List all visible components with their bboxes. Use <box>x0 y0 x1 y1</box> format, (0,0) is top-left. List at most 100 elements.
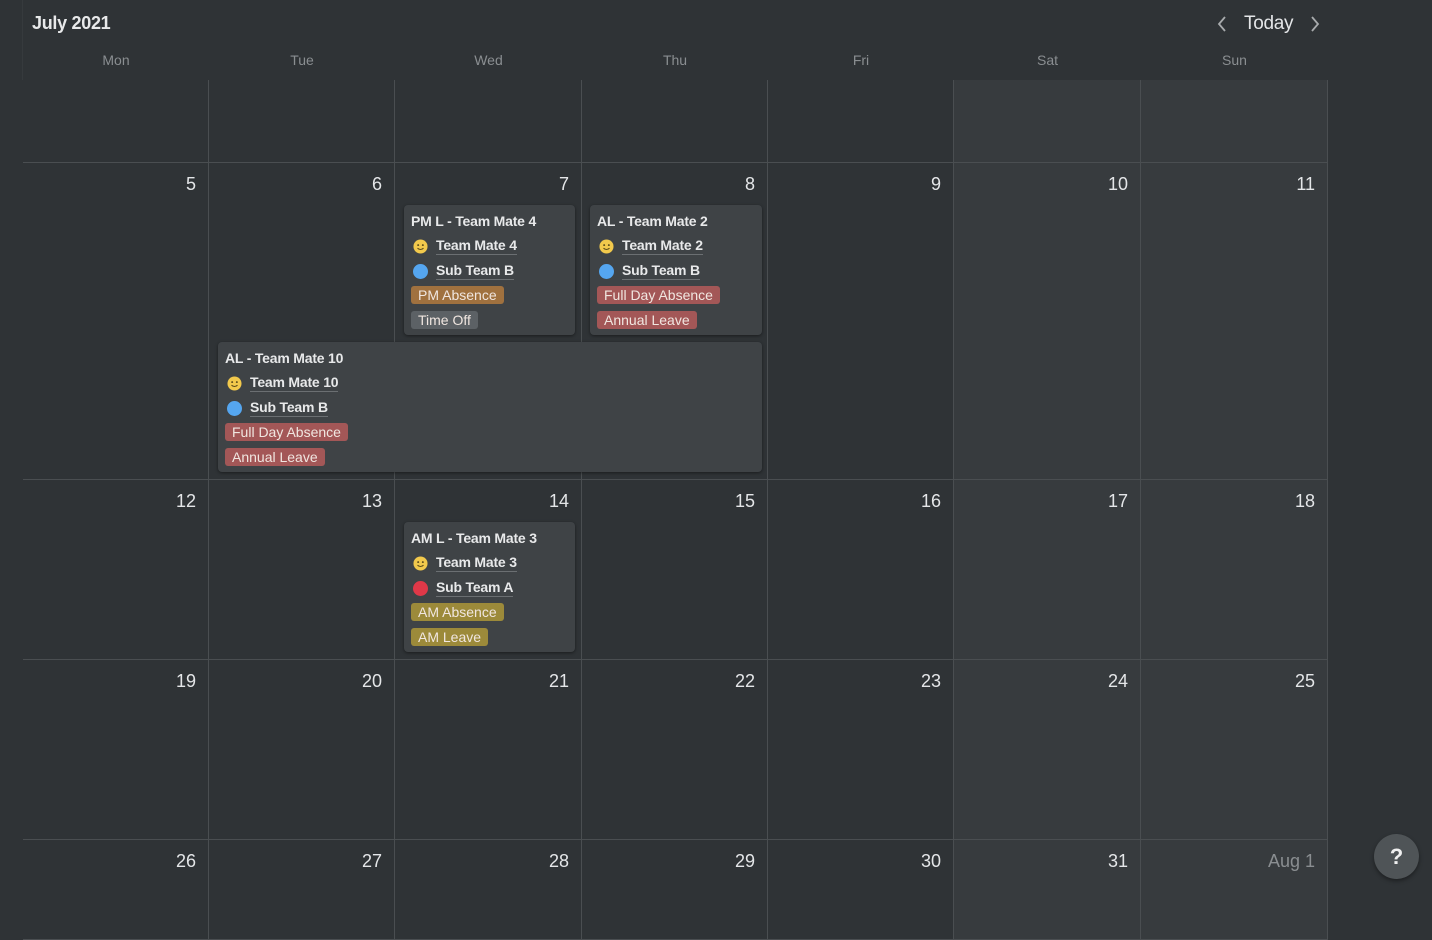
day-cell[interactable]: 21 <box>395 660 582 840</box>
next-month-button[interactable] <box>1303 10 1327 38</box>
day-cell[interactable]: 19 <box>23 660 209 840</box>
chevron-right-icon <box>1311 16 1320 32</box>
day-cell[interactable]: 15 <box>582 480 768 660</box>
day-cell[interactable]: 29 <box>582 840 768 940</box>
weekday-label-sat: Sat <box>1036 52 1058 68</box>
team-dot-icon <box>599 263 614 279</box>
absence-type-tag: AM Absence <box>411 603 504 621</box>
month-title: July 2021 <box>32 13 111 33</box>
team-dot-icon <box>413 263 428 279</box>
day-number: 8 <box>744 174 755 194</box>
day-cell[interactable]: 28 <box>395 840 582 940</box>
weekday-label-thu: Thu <box>662 52 688 68</box>
day-number: 18 <box>1294 491 1315 511</box>
leave-type-tag: Time Off <box>411 311 478 329</box>
team-link[interactable]: Sub Team B <box>436 262 514 280</box>
day-cell[interactable]: 9 <box>768 163 954 480</box>
day-cell[interactable]: 11 <box>1141 163 1328 480</box>
day-cell[interactable]: 18 <box>1141 480 1328 660</box>
day-number: 16 <box>920 491 941 511</box>
day-number: 27 <box>361 851 382 871</box>
team-link[interactable]: Sub Team A <box>436 579 514 597</box>
person-link[interactable]: Team Mate 2 <box>622 237 703 255</box>
day-number: 24 <box>1107 671 1128 691</box>
leave-type-tag: AM Leave <box>411 628 489 646</box>
event-title: AL - Team Mate 2 <box>597 213 708 229</box>
event-title: AL - Team Mate 10 <box>225 350 344 366</box>
day-cell[interactable]: 24 <box>954 660 1141 840</box>
day-cell[interactable]: 20 <box>209 660 395 840</box>
day-number: 17 <box>1107 491 1128 511</box>
team-link[interactable]: Sub Team B <box>622 262 700 280</box>
weekday-label-wed: Wed <box>474 52 503 68</box>
day-number: 12 <box>175 491 196 511</box>
day-cell[interactable]: 12 <box>23 480 209 660</box>
day-cell[interactable]: 17 <box>954 480 1141 660</box>
absence-type-tag: Full Day Absence <box>597 286 720 304</box>
absence-type-tag: Full Day Absence <box>225 423 348 441</box>
smiley-icon <box>413 555 428 571</box>
day-cell[interactable]: 5 <box>23 163 209 480</box>
leave-type-tag: Annual Leave <box>597 311 697 329</box>
day-cell[interactable] <box>395 80 582 163</box>
day-cell[interactable] <box>23 80 209 163</box>
day-number: 14 <box>548 491 569 511</box>
person-link[interactable]: Team Mate 3 <box>436 554 517 572</box>
day-cell[interactable]: 31 <box>954 840 1141 940</box>
event-card[interactable]: AM L - Team Mate 3 Team Mate 3 Sub Team … <box>404 522 575 652</box>
day-cell[interactable]: 23 <box>768 660 954 840</box>
day-cell[interactable] <box>209 80 395 163</box>
event-title: AM L - Team Mate 3 <box>411 530 537 546</box>
day-number: 23 <box>920 671 941 691</box>
day-number: 30 <box>920 851 941 871</box>
day-cell[interactable] <box>768 80 954 163</box>
day-cell[interactable]: 10 <box>954 163 1141 480</box>
leave-type-tag: Annual Leave <box>225 448 325 466</box>
weekday-label-tue: Tue <box>290 52 314 68</box>
event-card[interactable]: PM L - Team Mate 4 Team Mate 4 Sub Team … <box>404 205 575 335</box>
weekday-label-mon: Mon <box>102 52 130 68</box>
left-divider <box>22 0 23 80</box>
day-cell[interactable]: Aug 1 <box>1141 840 1328 940</box>
day-number: 6 <box>371 174 382 194</box>
team-dot-icon <box>227 400 242 416</box>
today-button[interactable]: Today <box>1234 13 1303 35</box>
day-number: 13 <box>361 491 382 511</box>
smiley-icon <box>599 238 614 254</box>
team-link[interactable]: Sub Team B <box>250 399 328 417</box>
day-number: 19 <box>175 671 196 691</box>
day-cell[interactable]: 16 <box>768 480 954 660</box>
day-cell[interactable]: 13 <box>209 480 395 660</box>
day-number: 20 <box>361 671 382 691</box>
day-number: 21 <box>548 671 569 691</box>
chevron-left-icon <box>1217 16 1226 32</box>
day-number: 10 <box>1107 174 1128 194</box>
team-dot-icon <box>413 580 428 596</box>
day-cell[interactable] <box>582 80 768 163</box>
day-cell[interactable]: 27 <box>209 840 395 940</box>
person-link[interactable]: Team Mate 10 <box>250 374 339 392</box>
day-cell[interactable]: 26 <box>23 840 209 940</box>
day-number: 11 <box>1296 174 1315 194</box>
day-cell[interactable]: 30 <box>768 840 954 940</box>
day-cell[interactable]: 25 <box>1141 660 1328 840</box>
calendar-nav: Today <box>1210 10 1327 38</box>
day-cell[interactable]: 22 <box>582 660 768 840</box>
event-title: PM L - Team Mate 4 <box>411 213 537 229</box>
day-number: 5 <box>185 174 196 194</box>
day-number: 28 <box>548 851 569 871</box>
smiley-icon <box>413 238 428 254</box>
help-button[interactable]: ? <box>1374 834 1419 879</box>
day-number: 26 <box>175 851 196 871</box>
day-number: 15 <box>734 491 755 511</box>
smiley-icon <box>227 375 242 391</box>
event-card-multiday[interactable]: AL - Team Mate 10 Team Mate 10 Sub Team … <box>218 342 762 472</box>
day-number: Aug 1 <box>1267 851 1315 871</box>
prev-month-button[interactable] <box>1210 10 1234 38</box>
person-link[interactable]: Team Mate 4 <box>436 237 517 255</box>
day-number: 29 <box>734 851 755 871</box>
day-cell[interactable] <box>1141 80 1328 163</box>
day-number: 9 <box>930 174 941 194</box>
event-card[interactable]: AL - Team Mate 2 Team Mate 2 Sub Team B … <box>590 205 762 335</box>
day-cell[interactable] <box>954 80 1141 163</box>
